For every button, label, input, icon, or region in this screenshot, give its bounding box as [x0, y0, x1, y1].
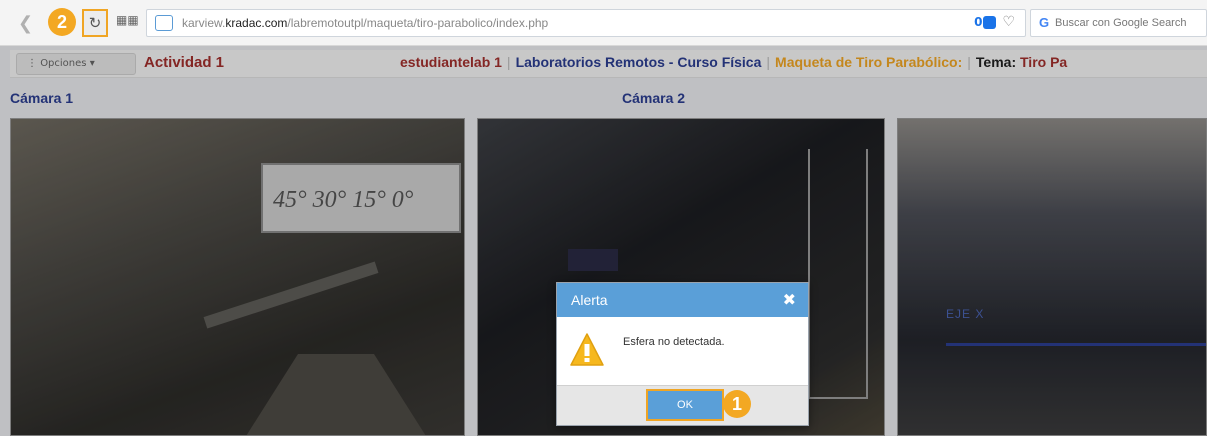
- site-cloud-icon: [155, 15, 173, 31]
- url-path: /labremotoutpl/maqueta/tiro-parabolico/i…: [287, 16, 549, 30]
- ok-button[interactable]: OK: [646, 389, 724, 421]
- alert-message: Esfera no detectada.: [623, 336, 725, 348]
- reload-button[interactable]: ↻: [82, 9, 108, 37]
- apps-grid-icon[interactable]: ▦▦: [116, 13, 139, 31]
- alert-header: Alerta ✖: [557, 283, 808, 317]
- alert-dialog: Alerta ✖ Esfera no detectada. OK: [556, 282, 809, 426]
- url-prefix: karview.: [182, 16, 226, 30]
- heart-icon[interactable]: ♡: [1002, 14, 1015, 30]
- google-icon: G: [1039, 15, 1050, 30]
- address-bar-actions: 0 ♡: [974, 14, 1015, 30]
- alert-footer: OK: [557, 385, 808, 425]
- step-callout-2: 2: [48, 8, 76, 36]
- url-domain: kradac.com: [225, 16, 288, 30]
- warning-icon: [570, 333, 604, 366]
- step-callout-1: 1: [723, 390, 751, 418]
- search-placeholder: Buscar con Google Search: [1055, 17, 1187, 29]
- close-icon[interactable]: ✖: [783, 290, 796, 309]
- chevron-left-icon[interactable]: ❮: [18, 13, 38, 35]
- shield-icon[interactable]: [983, 16, 997, 29]
- browser-toolbar: ❮ ↻ ▦▦ karview.kradac.com/labremotoutpl/…: [0, 0, 1207, 46]
- url-text[interactable]: karview.kradac.com/labremotoutpl/maqueta…: [182, 16, 548, 30]
- alert-title: Alerta: [571, 292, 608, 308]
- search-input[interactable]: G Buscar con Google Search: [1030, 9, 1207, 37]
- reload-icon: ↻: [88, 14, 102, 32]
- address-bar[interactable]: karview.kradac.com/labremotoutpl/maqueta…: [146, 9, 1026, 37]
- blocked-count-badge: 0: [974, 15, 983, 29]
